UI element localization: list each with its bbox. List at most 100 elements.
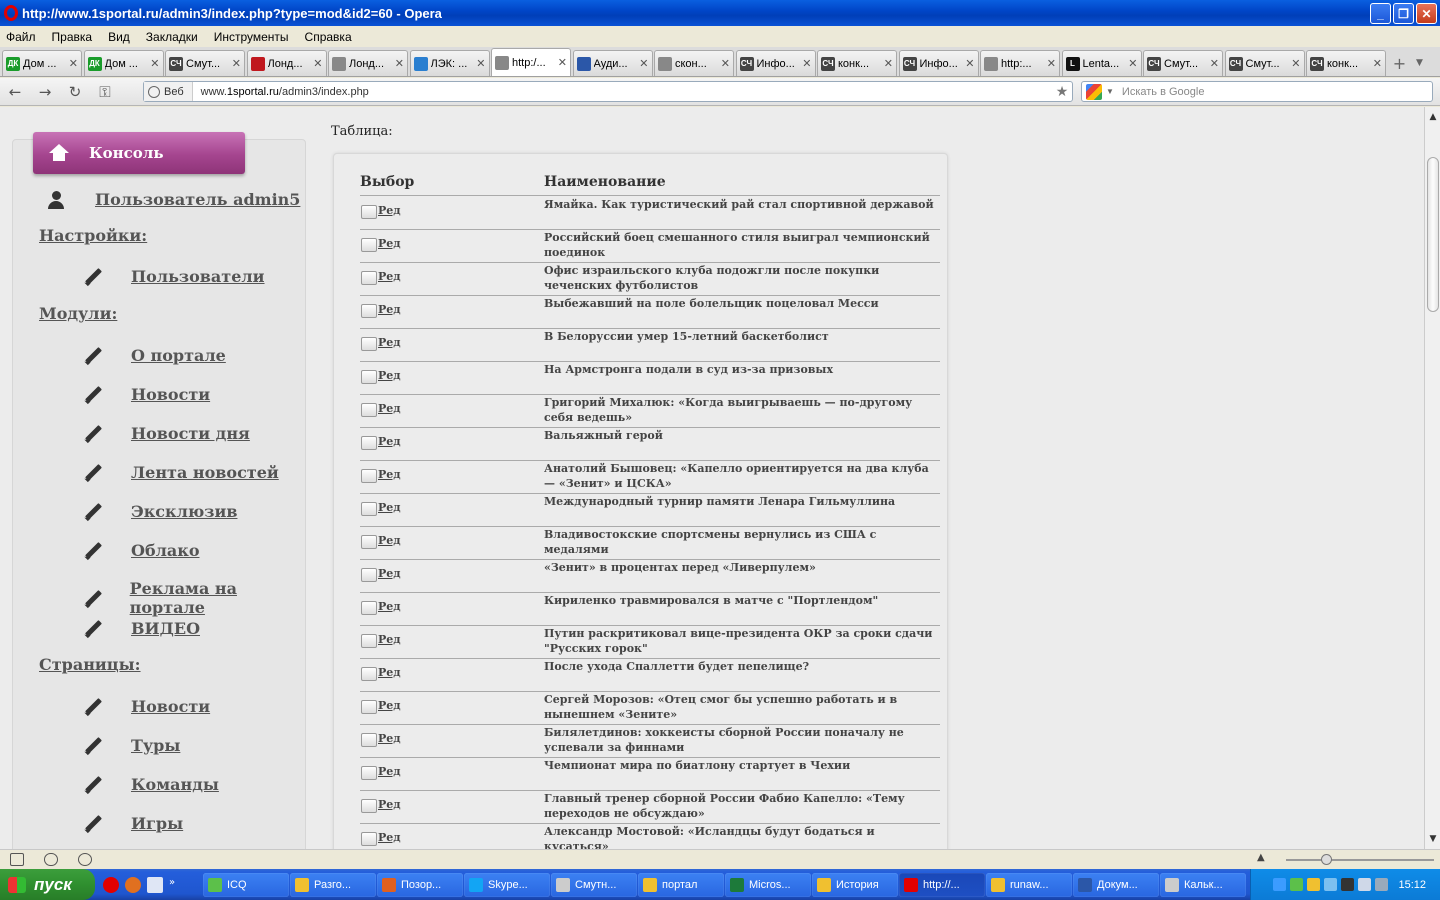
- row-checkbox[interactable]: [361, 502, 377, 516]
- browser-tab[interactable]: ДК Дом ... ✕: [2, 50, 82, 76]
- new-tab-button[interactable]: +: [1388, 50, 1412, 76]
- sidebar-item[interactable]: Туры: [83, 735, 180, 755]
- menu-edit[interactable]: Правка: [52, 30, 93, 44]
- zoom-slider-handle[interactable]: [1321, 854, 1332, 865]
- sidebar-item-label[interactable]: Реклама на портале: [130, 579, 305, 617]
- sidebar-item[interactable]: Новости: [83, 384, 210, 404]
- row-checkbox[interactable]: [361, 799, 377, 813]
- close-tab-icon[interactable]: ✕: [1210, 57, 1219, 70]
- scroll-thumb[interactable]: [1427, 157, 1439, 312]
- close-tab-icon[interactable]: ✕: [1373, 57, 1382, 70]
- sidebar-item[interactable]: Облако: [83, 540, 199, 560]
- sidebar-item[interactable]: О портале: [83, 345, 226, 365]
- row-checkbox[interactable]: [361, 634, 377, 648]
- user-link[interactable]: Пользователь admin5: [47, 190, 300, 209]
- sidebar-item[interactable]: Эксклюзив: [83, 501, 237, 521]
- sidebar-item-label[interactable]: Облако: [131, 541, 199, 560]
- taskbar-button[interactable]: портал: [638, 872, 724, 897]
- menu-help[interactable]: Справка: [305, 30, 352, 44]
- edit-link[interactable]: Ред: [378, 237, 401, 250]
- console-button[interactable]: Консоль: [33, 132, 245, 174]
- sidebar-item-label[interactable]: Новости: [131, 697, 210, 716]
- web-mode-badge[interactable]: Веб: [144, 82, 193, 101]
- sidebar-item[interactable]: ВИДЕО: [83, 618, 200, 638]
- close-tab-icon[interactable]: ✕: [965, 57, 974, 70]
- sidebar-section-title[interactable]: Модули:: [39, 304, 117, 323]
- taskbar-button[interactable]: Micros...: [725, 872, 811, 897]
- browser-tab[interactable]: СЧ Смут... ✕: [1224, 50, 1305, 76]
- menu-file[interactable]: Файл: [6, 30, 36, 44]
- volume-icon[interactable]: [1358, 878, 1372, 891]
- browser-tab[interactable]: ДК Дом ... ✕: [83, 50, 164, 76]
- taskbar-button[interactable]: ICQ: [203, 872, 289, 897]
- taskbar-button[interactable]: История: [812, 872, 898, 897]
- browser-tab[interactable]: L Lenta... ✕: [1061, 50, 1142, 76]
- browser-tab[interactable]: СЧ Инфо... ✕: [898, 50, 979, 76]
- tray-network-icon[interactable]: [1324, 878, 1338, 891]
- browser-tab[interactable]: СЧ Смут... ✕: [1143, 50, 1223, 76]
- sidebar-item-label[interactable]: Туры: [131, 736, 180, 755]
- row-checkbox[interactable]: [361, 832, 377, 846]
- sidebar-item-label[interactable]: Новости: [131, 385, 210, 404]
- sidebar-item-label[interactable]: Новости дня: [131, 424, 250, 443]
- sidebar-item-label[interactable]: Лента новостей: [131, 463, 279, 482]
- browser-tab[interactable]: скон... ✕: [654, 50, 734, 76]
- row-checkbox[interactable]: [361, 436, 377, 450]
- edit-link[interactable]: Ред: [378, 831, 401, 844]
- menu-bookmarks[interactable]: Закладки: [146, 30, 198, 44]
- close-button[interactable]: ✕: [1416, 3, 1437, 24]
- close-tab-icon[interactable]: ✕: [313, 57, 322, 70]
- sidebar-item-label[interactable]: Игры: [131, 814, 183, 833]
- close-tab-icon[interactable]: ✕: [232, 57, 241, 70]
- browser-tab[interactable]: http:... ✕: [980, 50, 1060, 76]
- taskbar-button[interactable]: Разго...: [290, 872, 376, 897]
- tray-safe-icon[interactable]: [1307, 878, 1321, 891]
- edit-link[interactable]: Ред: [378, 369, 401, 382]
- edit-link[interactable]: Ред: [378, 600, 401, 613]
- row-checkbox[interactable]: [361, 205, 377, 219]
- sidebar-item[interactable]: Команды: [83, 774, 219, 794]
- taskbar-button[interactable]: Кальк...: [1160, 872, 1246, 897]
- edit-link[interactable]: Ред: [378, 567, 401, 580]
- taskbar-button[interactable]: Смутн...: [551, 872, 637, 897]
- close-tab-icon[interactable]: ✕: [802, 57, 811, 70]
- edit-link[interactable]: Ред: [378, 204, 401, 217]
- browser-tab[interactable]: Лонд... ✕: [246, 50, 327, 76]
- close-tab-icon[interactable]: ✕: [639, 57, 648, 70]
- row-checkbox[interactable]: [361, 766, 377, 780]
- close-tab-icon[interactable]: ✕: [150, 57, 159, 70]
- zoom-slider[interactable]: [1286, 859, 1434, 861]
- browser-tab[interactable]: СЧ Инфо... ✕: [735, 50, 816, 76]
- browser-tab[interactable]: СЧ конк... ✕: [817, 50, 897, 76]
- tab-list-icon[interactable]: ▼: [1412, 50, 1428, 76]
- edit-link[interactable]: Ред: [378, 336, 401, 349]
- taskbar-button[interactable]: Докум...: [1073, 872, 1159, 897]
- edit-link[interactable]: Ред: [378, 666, 401, 679]
- opera-icon[interactable]: [103, 876, 119, 893]
- address-bar[interactable]: Веб www.1sportal.ru/admin3/index.php ★: [143, 81, 1073, 102]
- search-field[interactable]: ▼ Искать в Google: [1081, 81, 1433, 102]
- browser-tab[interactable]: СЧ конк... ✕: [1306, 50, 1386, 76]
- reload-button[interactable]: ↻: [60, 79, 90, 105]
- close-tab-icon[interactable]: ✕: [721, 57, 730, 70]
- close-tab-icon[interactable]: ✕: [558, 56, 567, 69]
- view-up-icon[interactable]: ▲: [1257, 852, 1265, 863]
- edit-link[interactable]: Ред: [378, 501, 401, 514]
- row-checkbox[interactable]: [361, 469, 377, 483]
- edit-link[interactable]: Ред: [378, 534, 401, 547]
- sidebar-item-label[interactable]: О портале: [131, 346, 226, 365]
- chevron-down-icon[interactable]: ▼: [1106, 87, 1114, 96]
- browser-tab[interactable]: СЧ Смут... ✕: [165, 50, 245, 76]
- edit-link[interactable]: Ред: [378, 435, 401, 448]
- tray-arrow-icon[interactable]: [1273, 878, 1287, 891]
- quicklaunch-more-icon[interactable]: »: [169, 877, 175, 893]
- tray-check-icon[interactable]: [1290, 878, 1304, 891]
- edit-link[interactable]: Ред: [378, 303, 401, 316]
- close-tab-icon[interactable]: ✕: [1291, 57, 1300, 70]
- edit-link[interactable]: Ред: [378, 765, 401, 778]
- row-checkbox[interactable]: [361, 700, 377, 714]
- scroll-down-icon[interactable]: ▼: [1425, 831, 1440, 847]
- sidebar-item-label[interactable]: Пользователи: [131, 267, 265, 286]
- row-checkbox[interactable]: [361, 733, 377, 747]
- tray-tool-icon[interactable]: [1341, 878, 1355, 891]
